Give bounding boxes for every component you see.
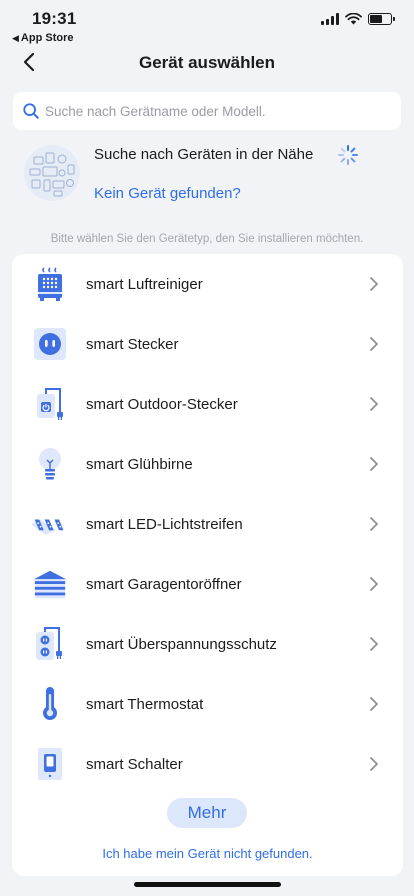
device-label: smart Schalter [86, 755, 183, 773]
wifi-icon [345, 13, 362, 25]
battery-icon [368, 13, 395, 25]
chevron-right-icon [370, 397, 378, 411]
plug-icon [32, 326, 68, 362]
device-row-plug[interactable]: smart Stecker [12, 314, 403, 374]
cellular-signal-icon [321, 13, 339, 25]
outdoor-plug-icon [32, 386, 68, 422]
device-row-thermostat[interactable]: smart Thermostat [12, 674, 403, 734]
search-icon [23, 103, 39, 119]
status-icons [321, 13, 395, 25]
navigation-bar: Gerät auswählen [0, 46, 414, 80]
chevron-right-icon [370, 277, 378, 291]
air-purifier-icon [32, 266, 68, 302]
led-strip-icon [32, 506, 68, 542]
device-not-found-link[interactable]: Ich habe mein Gerät nicht gefunden. [12, 846, 403, 861]
status-bar: 19:31 ◀ App Store [0, 0, 414, 46]
device-label: smart LED-Lichtstreifen [86, 515, 243, 533]
chevron-right-icon [370, 457, 378, 471]
chevron-right-icon [370, 337, 378, 351]
chevron-right-icon [370, 757, 378, 771]
device-row-surge-protector[interactable]: smart Überspannungsschutz [12, 614, 403, 674]
back-to-app-store-link[interactable]: ◀ App Store [12, 32, 73, 44]
device-row-air-purifier[interactable]: smart Luftreiniger [12, 254, 403, 314]
device-row-garage-door[interactable]: smart Garagentoröffner [12, 554, 403, 614]
device-row-switch[interactable]: smart Schalter [12, 734, 403, 794]
chevron-right-icon [370, 577, 378, 591]
device-label: smart Thermostat [86, 695, 204, 713]
surge-protector-icon [32, 626, 68, 662]
device-label: smart Garagentoröffner [86, 575, 242, 593]
chevron-right-icon [370, 517, 378, 531]
device-label: smart Luftreiniger [86, 275, 203, 293]
back-triangle-icon: ◀ [12, 33, 19, 43]
device-label: smart Outdoor-Stecker [86, 395, 238, 413]
device-row-led-strip[interactable]: smart LED-Lichtstreifen [12, 494, 403, 554]
loading-spinner-icon [338, 145, 358, 165]
device-row-outdoor-plug[interactable]: smart Outdoor-Stecker [12, 374, 403, 434]
more-button[interactable]: Mehr [167, 798, 247, 828]
device-label: smart Überspannungsschutz [86, 635, 277, 653]
thermostat-icon [32, 686, 68, 722]
chevron-right-icon [370, 697, 378, 711]
chevron-right-icon [370, 637, 378, 651]
no-device-found-link[interactable]: Kein Gerät gefunden? [94, 185, 241, 202]
nearby-search-status: Suche nach Geräten in der Nähe [94, 146, 314, 163]
search-placeholder: Suche nach Gerätname oder Modell. [45, 103, 266, 119]
device-label: smart Stecker [86, 335, 179, 353]
nearby-devices-illustration [24, 145, 80, 201]
status-time: 19:31 [32, 9, 77, 28]
home-indicator[interactable] [134, 882, 281, 887]
search-input[interactable]: Suche nach Gerätname oder Modell. [13, 92, 401, 130]
device-type-list: smart Luftreiniger smart Stecker smart O… [12, 254, 403, 876]
switch-icon [32, 746, 68, 782]
device-type-hint: Bitte wählen Sie den Gerätetyp, den Sie … [50, 233, 364, 245]
back-app-label: App Store [20, 32, 74, 44]
bulb-icon [32, 446, 68, 482]
garage-door-icon [32, 566, 68, 602]
device-label: smart Glühbirne [86, 455, 193, 473]
device-row-bulb[interactable]: smart Glühbirne [12, 434, 403, 494]
page-title: Gerät auswählen [138, 53, 276, 72]
